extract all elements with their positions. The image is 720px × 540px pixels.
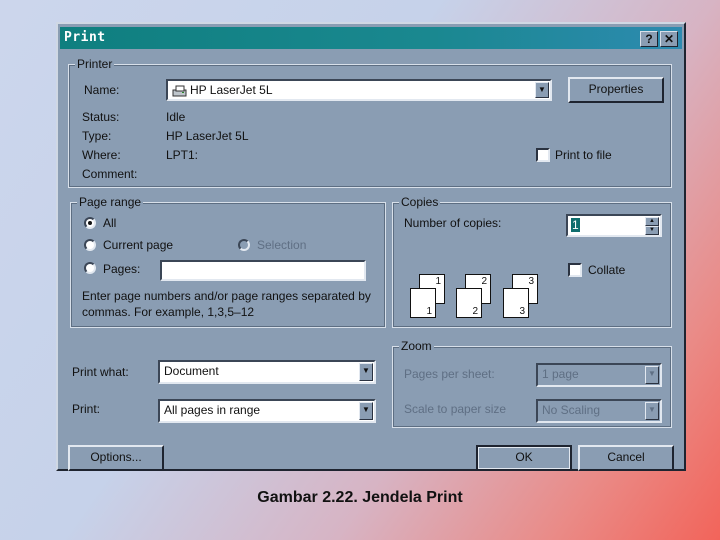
number-of-copies-value: 1: [571, 218, 580, 232]
selection-radio: [238, 239, 250, 251]
pages-per-sheet-select: 1 page ▼: [536, 363, 662, 387]
scale-to-paper-select: No Scaling ▼: [536, 399, 662, 423]
page-range-hint: Enter page numbers and/or page ranges se…: [82, 289, 371, 319]
number-of-copies-input[interactable]: 1 ▲ ▼: [566, 214, 662, 237]
print-value: All pages in range: [164, 403, 261, 417]
printer-name-value: HP LaserJet 5L: [190, 83, 273, 97]
selection-label: Selection: [257, 238, 307, 252]
status-value: Idle: [166, 110, 186, 124]
copies-group-label: Copies: [399, 195, 441, 209]
dialog-title: Print: [64, 30, 106, 45]
options-button-label: Options...: [90, 450, 142, 464]
printer-name-select[interactable]: HP LaserJet 5L ▼: [166, 79, 552, 101]
close-button[interactable]: ✕: [660, 31, 678, 47]
print-to-file-checkbox[interactable]: [536, 148, 550, 162]
print-select[interactable]: All pages in range ▼: [158, 399, 376, 423]
zoom-group-label: Zoom: [399, 339, 434, 353]
pages-per-sheet-value: 1 page: [542, 367, 579, 381]
current-page-radio[interactable]: [84, 239, 96, 251]
number-of-copies-label: Number of copies:: [404, 216, 502, 230]
printer-name-label: Name:: [84, 83, 120, 97]
spin-up-icon[interactable]: ▲: [645, 217, 659, 226]
type-label: Type:: [82, 129, 112, 143]
ok-button-label: OK: [515, 450, 533, 464]
scale-to-paper-value: No Scaling: [542, 403, 601, 417]
print-what-select[interactable]: Document ▼: [158, 360, 376, 384]
print-what-label: Print what:: [72, 365, 129, 379]
printer-icon: [172, 85, 188, 97]
chevron-down-icon: ▼: [645, 402, 659, 420]
spin-down-icon[interactable]: ▼: [645, 226, 659, 235]
where-value: LPT1:: [166, 148, 199, 162]
chevron-down-icon: ▼: [645, 366, 659, 384]
properties-button[interactable]: Properties: [568, 77, 664, 103]
ok-button[interactable]: OK: [476, 445, 572, 471]
chevron-down-icon[interactable]: ▼: [359, 402, 373, 420]
print-to-file-label[interactable]: Print to file: [555, 148, 612, 162]
properties-button-label: Properties: [588, 82, 644, 96]
figure-caption: Gambar 2.22. Jendela Print: [257, 489, 463, 506]
pages-radio[interactable]: [84, 262, 96, 274]
type-value: HP LaserJet 5L: [166, 129, 249, 143]
options-button[interactable]: Options...: [68, 445, 164, 471]
all-radio[interactable]: [84, 217, 96, 229]
print-dialog: Print ? ✕ Printer Name: HP LaserJet 5L ▼…: [56, 22, 686, 471]
help-button[interactable]: ?: [640, 31, 658, 47]
page-range-group-label: Page range: [77, 195, 144, 209]
title-bar[interactable]: Print ? ✕: [60, 27, 682, 49]
printer-group-label: Printer: [75, 57, 115, 71]
page-icon-front: 1: [410, 288, 436, 318]
collate-checkbox[interactable]: [568, 263, 582, 277]
status-label: Status:: [82, 110, 120, 124]
pages-per-sheet-label: Pages per sheet:: [404, 367, 495, 381]
cancel-button-label: Cancel: [607, 450, 645, 464]
page-icon-front: 3: [503, 288, 529, 318]
page-icon-front: 2: [456, 288, 482, 318]
print-label: Print:: [72, 402, 101, 416]
collate-label[interactable]: Collate: [588, 263, 625, 277]
scale-to-paper-label: Scale to paper size: [404, 402, 507, 416]
cancel-button[interactable]: Cancel: [578, 445, 674, 471]
print-what-value: Document: [164, 364, 219, 378]
chevron-down-icon[interactable]: ▼: [359, 363, 373, 381]
chevron-down-icon[interactable]: ▼: [535, 82, 549, 98]
comment-label: Comment:: [82, 167, 138, 181]
where-label: Where:: [82, 148, 121, 162]
all-label[interactable]: All: [103, 216, 116, 230]
current-page-label[interactable]: Current page: [103, 238, 173, 252]
pages-input[interactable]: [160, 260, 366, 281]
pages-label[interactable]: Pages:: [103, 262, 140, 276]
